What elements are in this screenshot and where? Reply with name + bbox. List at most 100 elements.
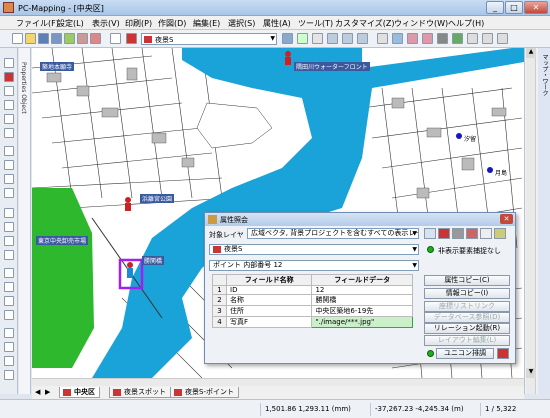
horizontal-scrollbar[interactable] (32, 378, 524, 386)
table-row[interactable]: 3 住所 中央区築地6-19先 (212, 305, 413, 317)
hidden-capture-label: 非表示要素捕捉なし (438, 247, 501, 255)
menu-help[interactable]: ヘルプ(H) (448, 18, 484, 29)
relation-launch-button[interactable]: リレーション起動(R) (424, 323, 510, 334)
zoom-in-icon[interactable] (4, 222, 14, 232)
menu-edit[interactable]: 編集(E) (193, 18, 220, 29)
snap-icon[interactable] (4, 328, 14, 338)
point-draw-icon[interactable] (4, 72, 14, 82)
menu-customize[interactable]: カスタマイズ(Z) (335, 18, 394, 29)
map-icon[interactable] (452, 33, 463, 44)
layout-edit-button[interactable]: レイアウト編集(L) (424, 335, 510, 346)
layer-color-icon[interactable] (126, 33, 137, 44)
close-button[interactable]: ✕ (524, 1, 548, 14)
point-select[interactable]: ポイント 内部番号 12 ▼ (209, 260, 419, 271)
lock-icon[interactable] (494, 228, 506, 239)
house2-icon[interactable] (342, 33, 353, 44)
select-icon[interactable] (392, 33, 403, 44)
image-icon[interactable] (466, 228, 478, 239)
pan-icon[interactable] (4, 250, 14, 260)
menu-view[interactable]: 表示(V) (92, 18, 120, 29)
open-folder-icon[interactable] (25, 33, 36, 44)
table-row[interactable]: 4 写真F "./image/***.jpg" (212, 316, 413, 328)
merge-icon[interactable] (4, 370, 14, 380)
attribute-copy-button[interactable]: 属性コピー(C) (424, 275, 510, 286)
coordinate-link-button[interactable]: 座標リストリンク (424, 301, 510, 312)
new-file-icon[interactable] (12, 33, 23, 44)
scroll-up-icon[interactable]: ▲ (526, 48, 536, 58)
label-shintomi: 築地本願寺 (40, 62, 75, 71)
map-work-tab[interactable]: マップ・ワーク (538, 48, 550, 394)
layer-list-icon[interactable] (424, 228, 436, 239)
menu-attribute[interactable]: 属性(A) (263, 18, 291, 29)
grid-icon[interactable] (452, 228, 464, 239)
eraser-icon[interactable] (90, 33, 101, 44)
unlink-icon[interactable] (422, 33, 433, 44)
option-icon[interactable] (497, 33, 508, 44)
pin-icon[interactable] (497, 348, 509, 359)
print-preview-icon[interactable] (64, 33, 75, 44)
vertical-scrollbar[interactable]: ▲ ▼ (526, 48, 536, 394)
flip-icon[interactable] (4, 296, 14, 306)
save-icon[interactable] (38, 33, 49, 44)
tab-yakei-point[interactable]: 夜景S-ポイント (170, 387, 239, 398)
grid-icon[interactable] (377, 33, 388, 44)
unicorn-button[interactable]: ユニコン排調 (436, 348, 494, 359)
label-station1: 汐留 (464, 136, 477, 143)
zoom-icon[interactable] (480, 228, 492, 239)
save-as-icon[interactable] (51, 33, 62, 44)
house3-icon[interactable] (357, 33, 368, 44)
zoom-out-icon[interactable] (4, 236, 14, 246)
split-icon[interactable] (4, 356, 14, 366)
bezier-icon[interactable] (4, 160, 14, 170)
layer-select[interactable]: 夜景S ▼ (209, 244, 419, 255)
ruler-icon[interactable] (467, 33, 478, 44)
rotate-icon[interactable] (4, 282, 14, 292)
polyline-icon[interactable] (4, 100, 14, 110)
info-copy-button[interactable]: 情報コピー(I) (424, 288, 510, 299)
house-icon[interactable] (327, 33, 338, 44)
attribute-icon[interactable] (297, 33, 308, 44)
menu-draw[interactable]: 作図(D) (158, 18, 186, 29)
move-icon[interactable] (4, 268, 14, 278)
tab-prev-icon[interactable]: ◀ (35, 388, 40, 396)
vertex-icon[interactable] (4, 342, 14, 352)
layer-color-icon[interactable] (438, 228, 450, 239)
tab-yakei-spot[interactable]: 夜景スポット (109, 387, 171, 398)
pointer-icon[interactable] (4, 58, 14, 68)
table-icon[interactable] (312, 33, 323, 44)
line-draw-icon[interactable] (4, 86, 14, 96)
scroll-down-icon[interactable]: ▼ (526, 368, 536, 378)
layer-setting-icon[interactable] (282, 33, 293, 44)
layer-select[interactable]: 夜景S ▼ (141, 33, 277, 45)
table-row[interactable]: 2 名称 勝鬨橋 (212, 294, 413, 306)
dialog-close-button[interactable]: ✕ (500, 214, 513, 224)
polygon-icon[interactable] (4, 114, 14, 124)
minimize-button[interactable]: _ (486, 1, 504, 14)
maximize-button[interactable]: □ (505, 1, 523, 14)
properties-panel-tab[interactable]: Properties Object (19, 48, 31, 394)
rectangle-icon[interactable] (4, 128, 14, 138)
camera-icon[interactable] (437, 33, 448, 44)
arrow-icon[interactable] (4, 146, 14, 156)
menu-select[interactable]: 選択(S) (228, 18, 255, 29)
circle-icon[interactable] (4, 174, 14, 184)
attribute-query-dialog: 属性照会 ✕ 対象レイヤ 広域ベクタ, 背景プロジェクトを含むすべての表示レイヤ… (204, 212, 516, 364)
layer-icon[interactable] (77, 33, 88, 44)
tab-chuo[interactable]: 中央区 (59, 387, 100, 398)
menu-file[interactable]: ファイル(F) (16, 18, 59, 29)
target-layer-select[interactable]: 広域ベクタ, 背景プロジェクトを含むすべての表示レイヤ ▼ (247, 228, 419, 239)
undo-icon[interactable] (110, 33, 121, 44)
menu-tools[interactable]: ツール(T) (298, 18, 333, 29)
menu-print[interactable]: 印刷(P) (125, 18, 152, 29)
measure-icon[interactable] (482, 33, 493, 44)
ellipse-icon[interactable] (4, 188, 14, 198)
menu-settings[interactable]: 設定(L) (57, 18, 84, 29)
database-ref-button[interactable]: データベース参照(D) (424, 312, 510, 323)
menu-window[interactable]: ウィンドウ(W) (394, 18, 448, 29)
tab-next-icon[interactable]: ▶ (45, 388, 50, 396)
scale-icon[interactable] (4, 310, 14, 320)
table-row[interactable]: 1 ID 12 (212, 285, 413, 295)
link-icon[interactable] (407, 33, 418, 44)
photo-field-input[interactable]: "./image/***.jpg" (311, 316, 413, 328)
text-icon[interactable] (4, 208, 14, 218)
